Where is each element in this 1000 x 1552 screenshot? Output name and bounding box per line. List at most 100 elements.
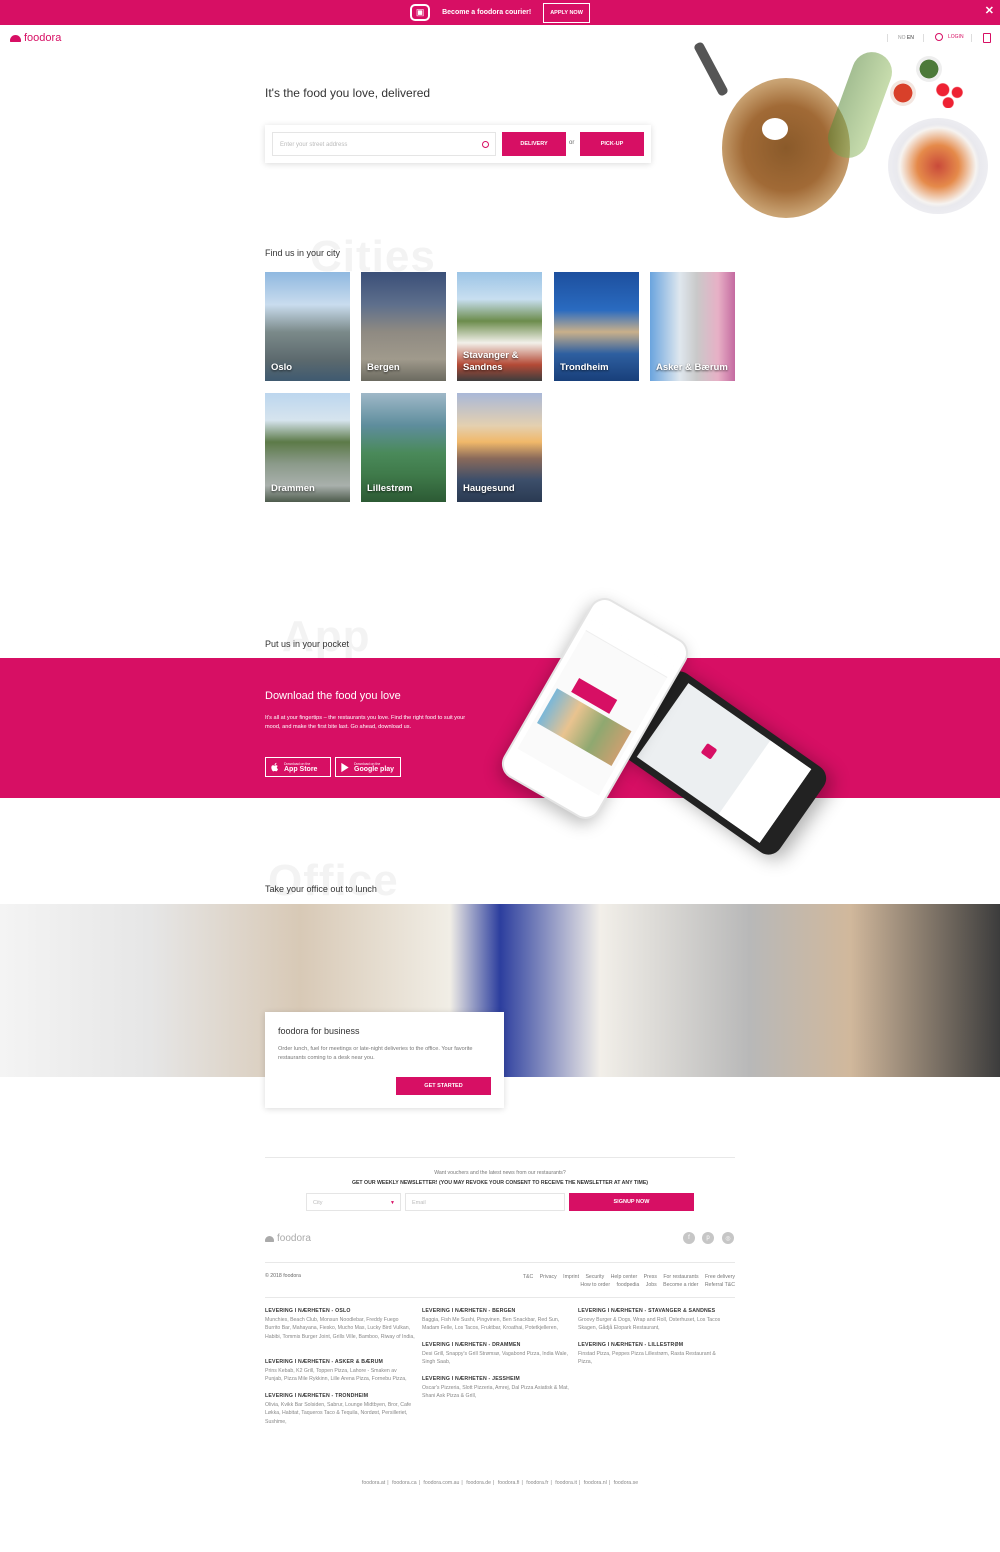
footer-link[interactable]: foodpedia [617,1282,640,1288]
business-description: Order lunch, fuel for meetings or late-n… [278,1046,473,1061]
delivery-area-text: Desi Grill, Snappy's Grill Strømsø, Vaga… [422,1351,569,1366]
footer-link[interactable]: Referral T&C [705,1282,735,1288]
locate-icon[interactable] [482,141,489,148]
footer-link[interactable]: Jobs [646,1282,657,1288]
app-band [0,658,1000,798]
logo-text: foodora [24,32,62,44]
office-bg-word: Office [268,856,399,905]
app-headline: Download the food you love [265,690,401,702]
city-placeholder: City [313,1200,323,1206]
delivery-area-title: LEVERING I NÆRHETEN - TRONDHEIM [265,1393,369,1399]
country-link[interactable]: foodora.it [553,1480,579,1486]
delivery-area-oslo: LEVERING I NÆRHETEN - OSLO Munchies, Bea… [265,1308,415,1341]
delivery-area-stavanger: LEVERING I NÆRHETEN - STAVANGER & SANDNE… [578,1308,728,1333]
app-section-title: Put us in your pocket [265,639,350,649]
googleplay-big-label: Google play [354,765,395,773]
or-label: or [569,140,575,146]
address-placeholder: Enter your street address [280,142,348,148]
city-label: Haugesund [463,483,515,494]
city-tile-asker-baerum[interactable]: Asker & Bærum [650,272,735,381]
address-search-box: Enter your street address DELIVERY or PI… [265,125,651,163]
apple-icon [271,762,279,771]
city-label: Bergen [367,362,400,373]
delivery-area-title: LEVERING I NÆRHETEN - BERGEN [422,1308,516,1314]
divider [265,1262,735,1263]
delivery-area-text: Baggia, Fish Me Sushi, Pingvinen, Ben Sn… [422,1317,560,1332]
footer-link[interactable]: Press [644,1274,657,1280]
delivery-area-text: Prins Kebab, K2 Grill, Toppen Pizza, Lah… [265,1368,407,1383]
footer-link[interactable]: Security [585,1274,604,1280]
pinterest-icon[interactable]: p [702,1232,714,1244]
get-started-button[interactable]: GET STARTED [396,1077,491,1095]
city-select[interactable]: City ▼ [306,1193,401,1211]
country-link[interactable]: foodora.se [612,1480,641,1486]
instagram-icon[interactable]: ◎ [722,1232,734,1244]
footer-link[interactable]: Help center [611,1274,638,1280]
footer-link[interactable]: Become a rider [663,1282,698,1288]
delivery-area-title: LEVERING I NÆRHETEN - ASKER & BÆRUM [265,1359,384,1365]
footer-link[interactable]: Imprint [563,1274,579,1280]
city-tile-bergen[interactable]: Bergen [361,272,446,381]
footer-links: T&C Privacy Imprint Security Help center… [505,1273,735,1289]
city-label: Trondheim [560,362,609,373]
footer-logo[interactable]: foodora [265,1233,311,1244]
delivery-area-text: Oscar's Pizzeria, Slott Pizzeria, Amrej,… [422,1385,569,1400]
city-tile-stavanger-sandnes[interactable]: Stavanger & Sandnes [457,272,542,381]
delivery-area-title: LEVERING I NÆRHETEN - OSLO [265,1308,351,1314]
country-link[interactable]: foodora.ca [390,1480,419,1486]
logo-hat-icon [10,34,21,42]
courier-banner: ▣ Become a foodora courier! APPLY NOW ✕ [0,0,1000,25]
city-label: Asker & Bærum [656,362,728,373]
banner-text: Become a foodora courier! [442,9,532,16]
close-icon[interactable]: ✕ [985,4,994,17]
pan-handle [692,41,730,97]
footer-logo-text: foodora [277,1233,311,1244]
cities-title: Find us in your city [265,248,341,258]
delivery-area-asker: LEVERING I NÆRHETEN - ASKER & BÆRUM Prin… [265,1359,415,1384]
city-tile-lillestrom[interactable]: Lillestrøm [361,393,446,502]
food-illustration [692,30,1000,230]
address-input[interactable]: Enter your street address [272,132,496,156]
divider [265,1157,735,1158]
signup-button[interactable]: SIGNUP NOW [569,1193,694,1211]
app-bg-word: App [282,612,371,661]
footer-link[interactable]: T&C [523,1274,533,1280]
apply-now-button[interactable]: APPLY NOW [543,2,590,23]
facebook-icon[interactable]: f [683,1232,695,1244]
delivery-area-lillestrom: LEVERING I NÆRHETEN - LILLESTRØM Finstad… [578,1342,728,1367]
city-tile-haugesund[interactable]: Haugesund [457,393,542,502]
country-link[interactable]: foodora.at [360,1480,387,1486]
delivery-area-text: Olivia, Kvikk Bar Solsiden, Sabrur, Loun… [265,1402,412,1425]
footer-link[interactable]: Free delivery [705,1274,735,1280]
footer-link[interactable]: For restaurants [663,1274,698,1280]
delivery-area-drammen: LEVERING I NÆRHETEN - DRAMMEN Desi Grill… [422,1342,572,1367]
appstore-big-label: App Store [284,765,318,773]
city-label: Stavanger & Sandnes [463,350,519,373]
footer-link[interactable]: How to order [580,1282,610,1288]
google-play-button[interactable]: Download on the Google play [335,757,401,777]
country-link[interactable]: foodora.com.au [421,1480,461,1486]
country-link[interactable]: foodora.fi [496,1480,522,1486]
city-tile-trondheim[interactable]: Trondheim [554,272,639,381]
delivery-area-jessheim: LEVERING I NÆRHETEN - JESSHEIM Oscar's P… [422,1376,572,1401]
city-tile-oslo[interactable]: Oslo [265,272,350,381]
delivery-button[interactable]: DELIVERY [502,132,566,156]
email-field[interactable]: Email [405,1193,565,1211]
footer-link[interactable]: Privacy [540,1274,557,1280]
sauce-bowl [890,80,916,106]
country-link[interactable]: foodora.fr [524,1480,550,1486]
delivery-area-text: Finstad Pizza, Peppes Pizza Lillestrøm, … [578,1351,716,1366]
logo-hat-icon [265,1235,274,1242]
city-tile-drammen[interactable]: Drammen [265,393,350,502]
office-section-title: Take your office out to lunch [265,884,377,894]
pickup-button[interactable]: PICK-UP [580,132,644,156]
country-link[interactable]: foodora.nl [582,1480,609,1486]
delivery-area-text: Munchies, Beach Club, Monsun Noodlebar, … [265,1317,415,1340]
delivery-area-title: LEVERING I NÆRHETEN - LILLESTRØM [578,1342,684,1348]
country-link[interactable]: foodora.de [464,1480,493,1486]
copyright: © 2018 foodora [265,1273,301,1279]
app-store-button[interactable]: Download on the App Store [265,757,331,777]
newsletter-headline: GET OUR WEEKLY NEWSLETTER! (YOU MAY REVO… [351,1180,649,1186]
foodora-logo[interactable]: foodora [10,32,61,44]
email-placeholder: Email [412,1200,426,1206]
